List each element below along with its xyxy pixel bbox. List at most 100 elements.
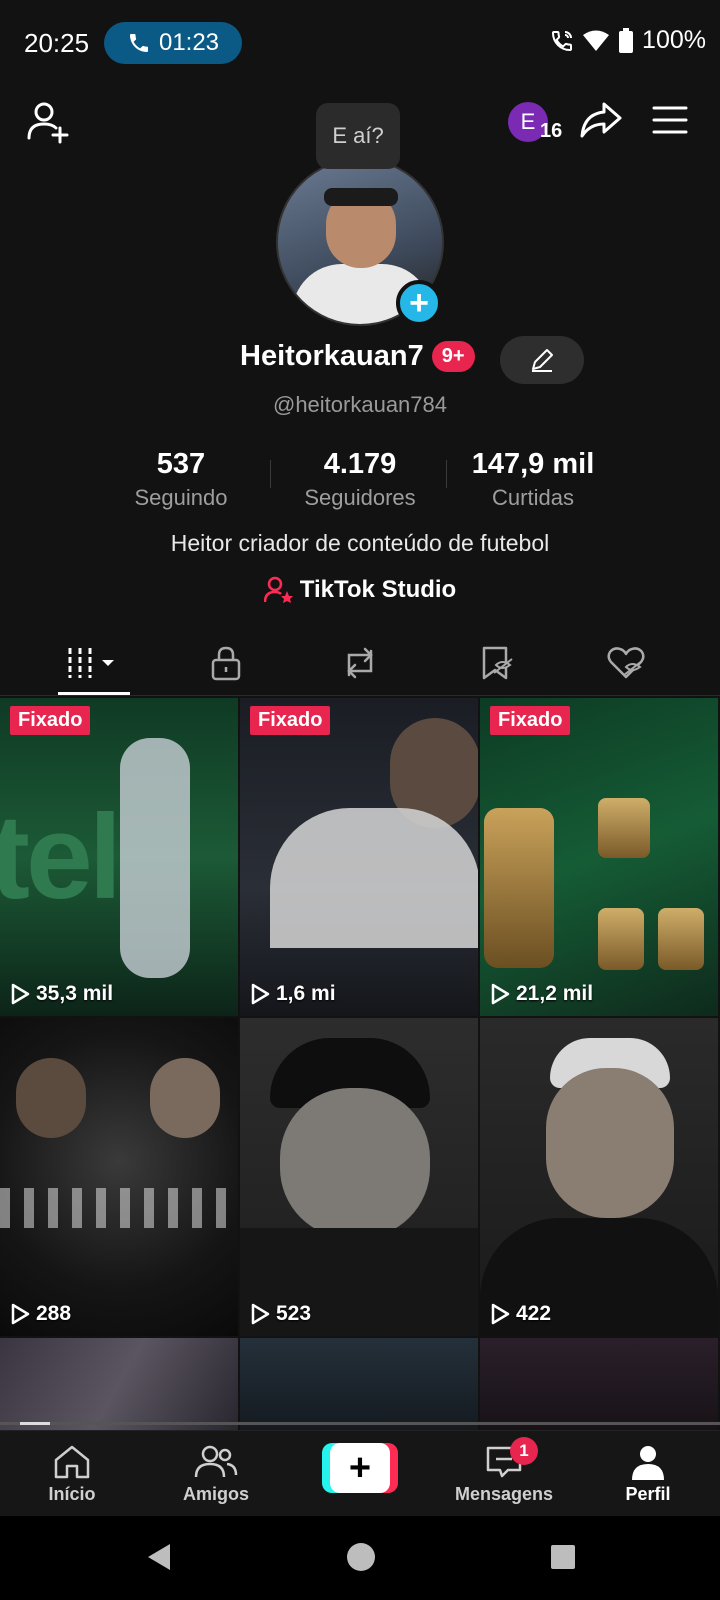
tab-liked[interactable]	[554, 630, 698, 696]
home-circle-icon[interactable]	[346, 1542, 376, 1572]
scroll-track	[0, 1422, 720, 1425]
stat-followers[interactable]: 4.179 Seguidores	[275, 448, 445, 511]
play-icon	[251, 1303, 270, 1325]
ongoing-call-pill[interactable]: 01:23	[104, 22, 242, 64]
thumb-figure	[150, 1058, 220, 1138]
view-count-text: 422	[516, 1302, 552, 1325]
video-thumbnail[interactable]: 288	[0, 1018, 238, 1336]
thumb-figure	[120, 738, 190, 978]
view-count: 1,6 mi	[250, 982, 336, 1006]
play-icon	[491, 983, 510, 1005]
stat-value: 4.179	[323, 448, 397, 480]
view-count: 523	[250, 1302, 311, 1326]
pinned-badge: Fixado	[490, 706, 571, 735]
stat-divider	[270, 460, 271, 488]
tab-reposts[interactable]	[288, 630, 432, 696]
video-thumbnail[interactable]	[480, 1338, 718, 1430]
profile-icon	[632, 1445, 664, 1480]
add-story-button[interactable]: +	[396, 280, 442, 326]
tab-private[interactable]	[154, 630, 298, 696]
videos-grid-icon	[68, 648, 114, 678]
pencil-icon	[532, 349, 553, 372]
recents-icon[interactable]	[550, 1544, 576, 1570]
username-badge[interactable]: 9+	[431, 341, 475, 372]
video-thumbnail[interactable]	[240, 1338, 478, 1430]
nav-friends[interactable]: Amigos	[144, 1431, 288, 1517]
stat-value: 537	[156, 448, 206, 480]
nav-messages-label: Mensagens	[454, 1483, 554, 1504]
tabs-divider	[0, 695, 720, 696]
video-thumbnail[interactable]: tel Fixado 35,3 mil	[0, 698, 238, 1016]
tab-videos[interactable]	[22, 630, 166, 696]
play-icon	[491, 1303, 510, 1325]
profile-bio: Heitor criador de conteúdo de futebol	[170, 530, 550, 556]
call-timer: 01:23	[158, 29, 220, 56]
repost-icon	[347, 647, 373, 679]
stat-label: Curtidas	[492, 485, 574, 510]
nav-friends-label: Amigos	[182, 1483, 249, 1504]
thumb-art: tel	[0, 790, 122, 924]
home-icon	[54, 1445, 90, 1478]
messages-badge: 1	[510, 1437, 538, 1465]
nav-home[interactable]: Início	[0, 1431, 144, 1517]
profile-stats: 537 Seguindo 4.179 Seguidores 147,9 mil …	[0, 448, 720, 514]
add-friend-icon[interactable]	[26, 100, 70, 144]
thumb-face	[546, 1068, 674, 1218]
username: Heitorkauan7	[240, 340, 424, 372]
view-count-text: 523	[276, 1302, 312, 1325]
wifi-calling-icon	[552, 30, 573, 51]
video-thumbnail[interactable]: Fixado 21,2 mil	[480, 698, 718, 1016]
thumb-lights	[0, 1188, 238, 1228]
thumb-figure	[16, 1058, 86, 1138]
play-icon	[11, 983, 30, 1005]
stat-value: 147,9 mil	[471, 448, 595, 480]
thumb-card	[484, 808, 554, 968]
view-count: 422	[490, 1302, 551, 1326]
wifi-icon	[583, 30, 610, 51]
phone-icon	[129, 34, 148, 52]
battery-icon	[619, 27, 634, 53]
lock-icon	[211, 646, 241, 681]
video-thumbnail[interactable]: Fixado 1,6 mi	[240, 698, 478, 1016]
username-row: Heitorkauan7 9+	[240, 340, 475, 373]
thumb-card	[598, 798, 650, 858]
back-icon[interactable]	[144, 1542, 174, 1572]
creator-icon	[263, 576, 293, 603]
video-thumbnail[interactable]: 422	[480, 1018, 718, 1336]
thumb-card	[658, 908, 704, 970]
play-icon	[251, 983, 270, 1005]
play-icon	[11, 1303, 30, 1325]
tab-saved[interactable]	[424, 630, 568, 696]
pinned-badge: Fixado	[10, 706, 91, 735]
menu-icon[interactable]	[652, 104, 688, 136]
user-handle: @heitorkauan784	[272, 392, 447, 417]
video-thumbnail[interactable]	[0, 1338, 238, 1430]
video-thumbnail[interactable]: 523	[240, 1018, 478, 1336]
edit-profile-button[interactable]	[500, 336, 584, 384]
studio-link-label: TikTok Studio	[299, 576, 457, 603]
nav-messages[interactable]: Mensagens 1	[432, 1431, 576, 1517]
nav-profile[interactable]: Perfil	[576, 1431, 720, 1517]
view-count: 35,3 mil	[10, 982, 113, 1006]
status-bar: 20:25 01:23 100%	[0, 0, 720, 88]
stat-label: Seguindo	[134, 485, 228, 510]
stat-likes[interactable]: 147,9 mil Curtidas	[448, 448, 618, 511]
system-navigation	[0, 1516, 720, 1600]
stat-following[interactable]: 537 Seguindo	[96, 448, 266, 511]
share-icon[interactable]	[578, 100, 624, 140]
create-button[interactable]: +	[322, 1443, 398, 1493]
status-time: 20:25	[24, 28, 90, 58]
photo-headband	[324, 188, 398, 206]
thumb-face	[280, 1088, 430, 1238]
nav-profile-label: Perfil	[625, 1483, 671, 1504]
scroll-thumb[interactable]	[20, 1422, 50, 1425]
status-bubble[interactable]: E aí?	[316, 103, 400, 169]
stat-divider	[446, 460, 447, 488]
view-count: 21,2 mil	[490, 982, 593, 1006]
video-grid: tel Fixado 35,3 mil Fixado 1,6 mi Fixado…	[0, 698, 720, 1430]
view-count-text: 35,3 mil	[36, 982, 114, 1005]
view-count-text: 1,6 mi	[276, 982, 336, 1005]
tiktok-studio-link[interactable]: TikTok Studio	[0, 576, 720, 604]
profile-tabs	[0, 630, 720, 696]
thumb-shirt	[270, 808, 478, 948]
